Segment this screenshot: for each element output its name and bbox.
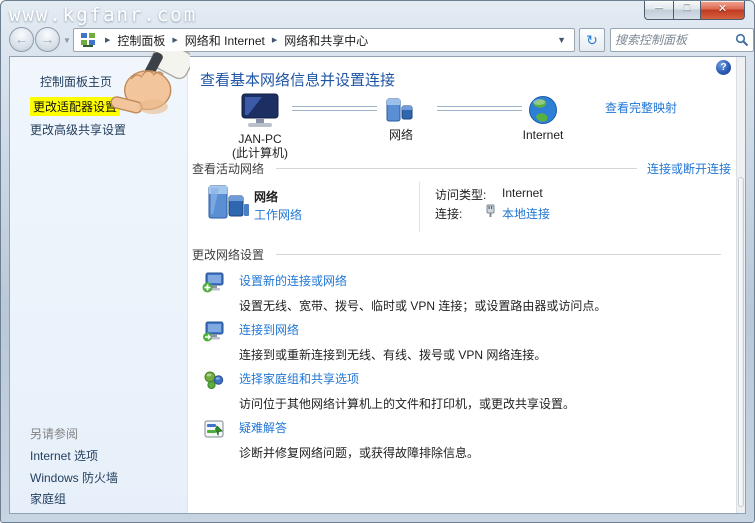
breadcrumb-network-sharing-center[interactable]: 网络和共享中心 <box>284 32 368 49</box>
main-panel: 查看基本网络信息并设置连接 JAN-PC (此计算机) <box>192 57 733 513</box>
maximize-button[interactable] <box>673 1 700 20</box>
section-label: 更改网络设置 <box>192 246 264 263</box>
breadcrumb-separator-icon: ▶ <box>105 36 110 44</box>
breadcrumb-control-panel[interactable]: 控制面板 <box>117 32 165 49</box>
breadcrumb-network-internet[interactable]: 网络和 Internet <box>185 32 265 49</box>
map-connector-line <box>292 106 377 111</box>
forward-button[interactable]: → <box>35 27 60 52</box>
map-node-label: 网络 <box>371 128 431 142</box>
section-label: 查看活动网络 <box>192 160 264 177</box>
map-node-computer[interactable]: JAN-PC (此计算机) <box>220 93 300 160</box>
refresh-button[interactable]: ↻ <box>579 28 605 52</box>
connect-disconnect-link[interactable]: 连接或断开连接 <box>647 160 731 177</box>
maximize-icon <box>674 2 700 13</box>
active-network-name: 网络 <box>254 188 278 205</box>
connect-to-network-icon <box>202 319 226 343</box>
task-description: 诊断并修复网络问题，或获得故障排除信息。 <box>239 444 733 461</box>
sidebar-item-homegroup[interactable]: 家庭组 <box>30 490 66 507</box>
close-button[interactable] <box>700 1 745 20</box>
search-box <box>610 28 754 52</box>
sidebar-item-internet-options[interactable]: Internet 选项 <box>30 447 98 464</box>
scrollbar-thumb[interactable] <box>738 177 744 507</box>
choose-homegroup-link[interactable]: 选择家庭组和共享选项 <box>239 372 359 386</box>
task-description: 连接到或重新连接到无线、有线、拨号或 VPN 网络连接。 <box>239 346 733 363</box>
address-bar[interactable]: ▶ 控制面板 ▶ 网络和 Internet ▶ 网络和共享中心 ▼ <box>73 28 575 52</box>
access-type-label: 访问类型: <box>435 186 486 203</box>
watermark-text: www.kgfanr.com <box>9 4 197 26</box>
network-sharing-center-window: www.kgfanr.com ← → ▼ ▶ 控制面板 ▶ 网络和 Intern… <box>0 0 755 523</box>
network-icon <box>384 97 418 125</box>
breadcrumb-separator-icon: ▶ <box>272 36 277 44</box>
active-networks-section-header: 查看活动网络 连接或断开连接 <box>192 160 731 177</box>
troubleshoot-link[interactable]: 疑难解答 <box>239 421 287 435</box>
section-rule <box>276 254 721 255</box>
control-panel-icon <box>80 32 96 48</box>
active-network-panel: 网络 工作网络 访问类型: Internet 连接: 本地连接 <box>192 182 731 234</box>
sidebar-item-windows-firewall[interactable]: Windows 防火墙 <box>30 469 118 486</box>
help-icon[interactable]: ? <box>716 60 731 75</box>
troubleshoot-icon <box>202 417 226 441</box>
map-node-internet[interactable]: Internet <box>503 95 583 142</box>
breadcrumb-separator-icon: ▶ <box>172 36 177 44</box>
history-dropdown-icon[interactable]: ▼ <box>63 36 71 45</box>
network-settings-section-header: 更改网络设置 <box>192 246 731 263</box>
new-connection-icon <box>202 270 226 294</box>
panel-divider <box>419 182 420 232</box>
task-description: 访问位于其他网络计算机上的文件和打印机，或更改共享设置。 <box>239 395 733 412</box>
map-node-network[interactable]: 网络 <box>371 97 431 142</box>
sidebar-item-change-advanced-sharing[interactable]: 更改高级共享设置 <box>30 121 126 138</box>
view-full-map-link[interactable]: 查看完整映射 <box>605 99 677 116</box>
page-title: 查看基本网络信息并设置连接 <box>200 69 395 90</box>
computer-icon <box>238 93 282 129</box>
network-type-link[interactable]: 工作网络 <box>254 206 302 223</box>
navigation-bar: ← → ▼ ▶ 控制面板 ▶ 网络和 Internet ▶ 网络和共享中心 ▼ … <box>9 27 746 54</box>
vertical-scrollbar[interactable] <box>736 57 745 513</box>
search-icon <box>735 33 749 47</box>
window-controls <box>644 1 745 20</box>
search-input[interactable] <box>615 33 735 47</box>
see-also-header: 另请参阅 <box>30 425 78 442</box>
active-network-icon <box>205 184 251 224</box>
access-type-value: Internet <box>502 186 543 200</box>
back-button[interactable]: ← <box>9 27 34 52</box>
internet-globe-icon <box>528 95 558 125</box>
connection-label: 连接: <box>435 205 462 222</box>
sidebar-item-control-panel-home[interactable]: 控制面板主页 <box>40 73 112 90</box>
section-rule <box>276 168 637 169</box>
connect-to-network-link[interactable]: 连接到网络 <box>239 323 299 337</box>
map-node-label: JAN-PC <box>220 132 300 146</box>
map-node-sublabel: (此计算机) <box>220 146 300 160</box>
minimize-button[interactable] <box>644 1 673 20</box>
setup-new-connection-link[interactable]: 设置新的连接或网络 <box>239 274 347 288</box>
sidebar-item-change-adapter-settings[interactable]: 更改适配器设置 <box>30 97 120 116</box>
content-area: 控制面板主页 更改适配器设置 更改高级共享设置 另请参阅 Internet 选项… <box>9 56 746 514</box>
sidebar: 控制面板主页 更改适配器设置 更改高级共享设置 另请参阅 Internet 选项… <box>10 57 188 513</box>
ethernet-connection-icon <box>484 204 497 218</box>
task-description: 设置无线、宽带、拨号、临时或 VPN 连接；或设置路由器或访问点。 <box>239 297 733 314</box>
close-icon <box>701 2 744 15</box>
map-node-label: Internet <box>503 128 583 142</box>
minimize-icon <box>645 2 673 13</box>
local-connection-link[interactable]: 本地连接 <box>502 205 550 222</box>
homegroup-icon <box>202 368 226 392</box>
address-dropdown-icon[interactable]: ▼ <box>553 35 570 45</box>
